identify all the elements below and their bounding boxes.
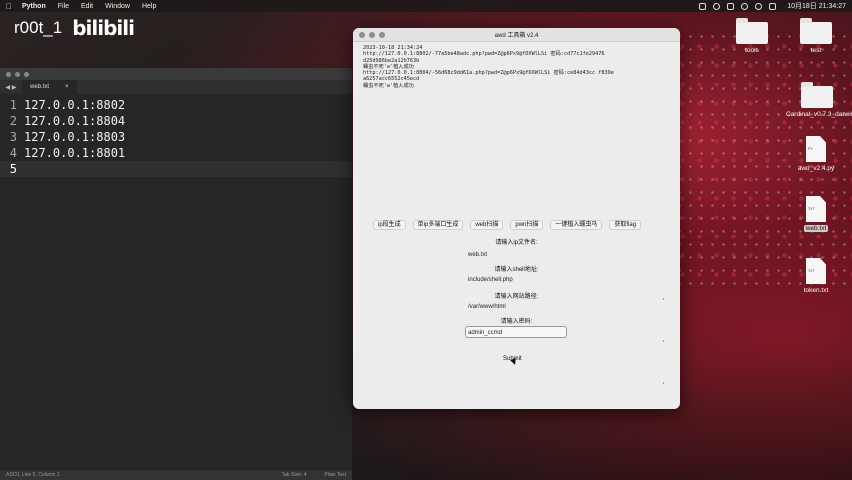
shell-path-input[interactable]: include/shell.php [466,274,566,286]
line-text: 127.0.0.1:8804 [24,114,126,128]
get-flag-button[interactable]: 获取flag [609,220,642,230]
desktop-icon-web-txt[interactable]: TXT web.txt [786,196,846,232]
desktop-icon-label: test [810,47,822,54]
editor-line-active: 5 [0,161,352,177]
status-syntax[interactable]: Plain Text [324,472,346,478]
ip-file-label: 请输入ip文件名: [495,240,538,246]
menu-bar:  Python File Edit Window Help 10月18日 21… [0,0,852,12]
window-tick-mark [663,382,664,384]
shell-path-label: 请输入shell地址: [494,267,539,273]
tab-web-txt[interactable]: web.txt × [22,80,77,94]
apple-icon[interactable]:  [6,2,12,11]
folder-icon [801,82,833,108]
desktop-icon-label: token.txt [803,287,829,294]
python-file-icon: PY [806,136,826,162]
tab-close-icon[interactable]: × [65,80,69,94]
text-file-icon: TXT [806,196,826,222]
desktop-icon-label: web.txt [803,225,829,232]
editor-line: 3 127.0.0.1:8803 [0,129,352,145]
menu-app-name[interactable]: Python [22,3,46,10]
password-label: 请输入密码: [500,319,533,325]
file-type-tag: PY [808,147,813,151]
line-text: 127.0.0.1:8801 [24,146,126,160]
menu-edit[interactable]: Edit [81,3,93,10]
file-type-tag: TXT [808,269,815,273]
spotlight-icon[interactable] [755,2,763,10]
web-scan-button[interactable]: web扫描 [470,220,504,230]
desktop-icon-label: tools [745,47,759,54]
ip-file-input[interactable]: web.txt [466,249,566,261]
awd-output-log: 2023-10-18 21:34:24 http://127.0.0.1:880… [363,45,614,89]
desktop-icon-token-txt[interactable]: TXT token.txt [786,258,846,294]
control-center-icon[interactable] [769,2,777,10]
site-path-input[interactable]: /var/www/html [466,301,566,313]
desktop-icon-awd-py[interactable]: PY awd_v2.4.py [786,136,846,172]
text-file-icon: TXT [806,258,826,284]
ip-range-generate-button[interactable]: ip段生成 [373,220,406,230]
menu-window[interactable]: Window [105,3,130,10]
password-input[interactable]: admin_ccmd [465,326,567,338]
text-editor-window: ◀ ▶ web.txt × 1 127.0.0.1:8802 2 127.0.0… [0,68,352,480]
menu-help[interactable]: Help [142,3,156,10]
folder-icon [800,18,832,44]
zoom-icon[interactable] [24,71,29,77]
pwn-scan-button[interactable]: pwn扫描 [510,220,544,230]
line-number: 2 [9,114,17,128]
awd-window-title: awd 工具箱 v2.4 [494,33,539,39]
desktop-icon-label: awd_v2.4.py [797,165,835,172]
tab-label: web.txt [30,84,50,90]
menu-clock[interactable]: 10月18日 21:34:27 [787,1,846,11]
editor-line: 4 127.0.0.1:8801 [0,145,352,161]
line-text: 127.0.0.1:8802 [24,98,126,112]
window-tick-mark [663,340,664,342]
video-watermark: r00t_1 bilibili [14,16,135,40]
line-text: 127.0.0.1:8803 [24,130,126,144]
desktop-icon-label: Cardinal_v0.7.3_darwin_amd64 [786,111,852,118]
status-circle-icon[interactable] [713,2,721,10]
desktop-icon-cardinal[interactable]: Cardinal_v0.7.3_darwin_amd64 [786,82,852,118]
close-icon[interactable] [6,71,11,77]
editor-line: 1 127.0.0.1:8802 [0,97,352,113]
editor-text-area[interactable]: 1 127.0.0.1:8802 2 127.0.0.1:8804 3 127.… [0,94,352,177]
line-number: 3 [9,130,17,144]
single-ip-multi-port-button[interactable]: 单ip多端口生成 [412,220,464,230]
window-tick-mark [663,298,664,300]
status-app-icon[interactable] [699,2,707,10]
file-type-tag: TXT [808,207,815,211]
site-path-label: 请输入网站路径: [494,294,539,300]
minimize-icon[interactable] [15,71,20,77]
awd-toolbox-window: awd 工具箱 v2.4 2023-10-18 21:34:24 http://… [353,28,680,409]
editor-status-bar: ASCII, Line 5, Column 1 Tab Size: 4 Plai… [0,470,352,480]
line-number: 1 [9,98,17,112]
status-position: ASCII, Line 5, Column 1 [6,472,60,478]
editor-tab-bar: ◀ ▶ web.txt × [0,80,352,94]
awd-action-buttons: ip段生成 单ip多端口生成 web扫描 pwn扫描 一键植入蠕虫马 获取fla… [373,220,642,230]
desktop-icon-test[interactable]: test [786,18,846,54]
awd-titlebar[interactable]: awd 工具箱 v2.4 [353,28,680,42]
line-number: 4 [9,146,17,160]
uploader-handle: r00t_1 [14,18,63,37]
folder-icon [736,18,768,44]
tab-nav-arrows-icon[interactable]: ◀ ▶ [0,84,22,91]
editor-line: 2 127.0.0.1:8804 [0,113,352,129]
status-tab-size[interactable]: Tab Size: 4 [282,472,307,478]
line-number: 5 [9,162,17,176]
editor-titlebar[interactable] [0,68,352,80]
implant-worm-button[interactable]: 一键植入蠕虫马 [550,220,603,230]
battery-icon[interactable] [727,2,735,10]
wifi-icon[interactable] [741,2,749,10]
bilibili-logo: bilibili [72,16,135,40]
status-area: 10月18日 21:34:27 [699,1,846,11]
desktop-icon-tools[interactable]: tools [722,18,782,54]
menu-file[interactable]: File [58,3,69,10]
